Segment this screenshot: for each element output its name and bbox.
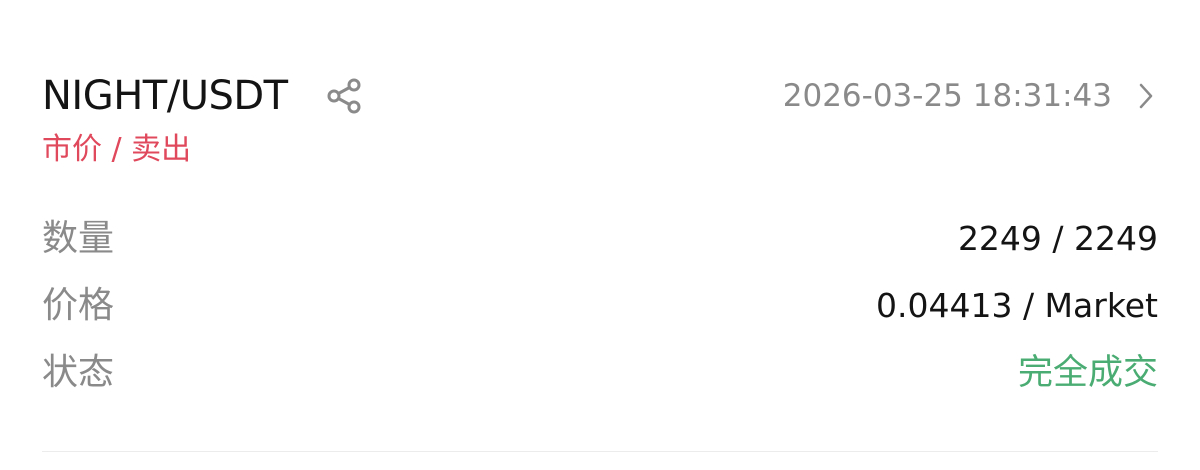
status-label: 状态 <box>42 352 115 393</box>
price-label: 价格 <box>42 285 115 326</box>
status-row: 状态 完全成交 <box>42 348 1158 398</box>
price-value: 0.04413 / Market <box>876 286 1158 325</box>
quantity-value: 2249 / 2249 <box>957 219 1158 258</box>
order-timestamp: 2026-03-25 18:31:43 <box>782 78 1112 114</box>
order-type-side: 市价 / 卖出 <box>42 132 192 167</box>
order-history-card[interactable]: NIGHT/USDT 2026-03-25 18:31:43 市价 / 卖出 数… <box>0 0 1200 470</box>
quantity-label: 数量 <box>42 218 115 259</box>
trading-pair: NIGHT/USDT <box>42 73 288 119</box>
status-value: 完全成交 <box>1017 353 1158 393</box>
price-row: 价格 0.04413 / Market <box>42 281 1158 331</box>
divider <box>42 451 1158 452</box>
share-icon <box>327 78 361 114</box>
chevron-right-icon[interactable] <box>1134 80 1158 112</box>
quantity-row: 数量 2249 / 2249 <box>42 214 1158 264</box>
share-button[interactable] <box>324 76 366 116</box>
